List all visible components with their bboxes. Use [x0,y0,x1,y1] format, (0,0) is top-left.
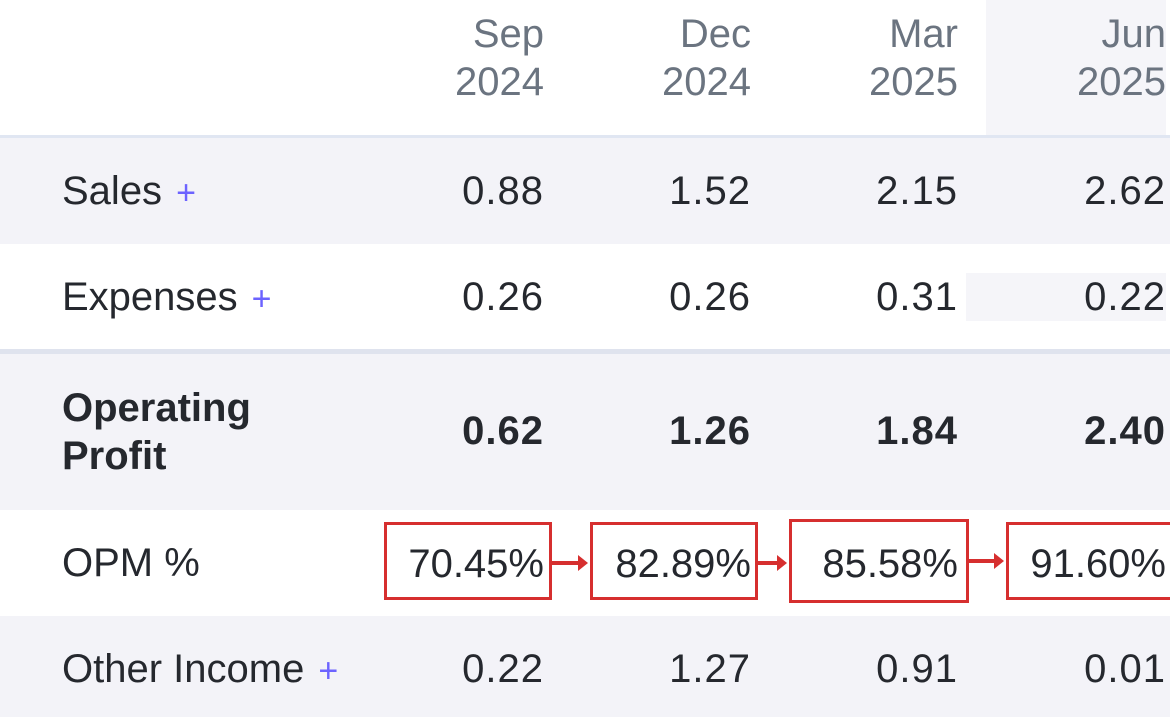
cell-sales-sep-2024: 0.88 [462,169,544,213]
header-year: 2025 [869,60,958,104]
row-label-sales[interactable]: Sales + [62,167,196,217]
expand-plus-icon[interactable]: + [176,174,196,212]
cell-other-income-jun-2025: 0.01 [1084,647,1166,691]
header-month: Dec [679,12,751,56]
trend-arrow-icon [758,555,787,571]
cell-expenses-dec-2024: 0.26 [669,275,751,319]
header-sep-2024: Sep 2024 [364,10,544,106]
header-year: 2024 [662,60,751,104]
highlight-box-opm-sep-2024 [384,522,552,600]
trend-arrow-icon [969,553,1004,569]
cell-op-jun-2025: 2.40 [1084,409,1166,453]
row-label-opm: OPM % [62,541,200,585]
table-row-expenses: Expenses + 0.26 0.26 0.31 0.22 [0,244,1170,350]
cell-op-mar-2025: 1.84 [876,409,958,453]
header-month: Mar [889,12,958,56]
highlight-box-opm-dec-2024 [590,522,758,600]
highlight-box-opm-jun-2025 [1006,522,1170,600]
header-dec-2024: Dec 2024 [571,10,751,106]
cell-sales-jun-2025: 2.62 [1084,169,1166,213]
row-label-operating-profit: Operating Profit [62,386,251,478]
cell-expenses-jun-2025: 0.22 [966,273,1166,321]
cell-expenses-mar-2025: 0.31 [876,275,958,319]
table-row-sales: Sales + 0.88 1.52 2.15 2.62 [0,138,1170,244]
highlight-box-opm-mar-2025 [789,519,969,603]
row-label-other-income[interactable]: Other Income + [62,645,338,695]
cell-other-income-dec-2024: 1.27 [669,647,751,691]
table-header: Sep 2024 Dec 2024 Mar 2025 Jun 2025 [0,0,1170,136]
table-row-operating-profit: Operating Profit 0.62 1.26 1.84 2.40 [0,354,1170,510]
cell-other-income-sep-2024: 0.22 [462,647,544,691]
header-month: Sep [472,12,544,56]
cell-sales-dec-2024: 1.52 [669,169,751,213]
header-year: 2025 [1077,60,1166,104]
header-month: Jun [1101,12,1167,56]
header-year: 2024 [455,60,544,104]
expand-plus-icon[interactable]: + [318,652,338,690]
header-mar-2025: Mar 2025 [778,10,958,106]
row-label-expenses[interactable]: Expenses + [62,273,272,323]
cell-sales-mar-2025: 2.15 [876,169,958,213]
header-jun-2025: Jun 2025 [986,0,1166,136]
table-row-other-income: Other Income + 0.22 1.27 0.91 0.01 [0,616,1170,717]
cell-op-sep-2024: 0.62 [462,409,544,453]
cell-other-income-mar-2025: 0.91 [876,647,958,691]
cell-op-dec-2024: 1.26 [669,409,751,453]
trend-arrow-icon [552,555,588,571]
expand-plus-icon[interactable]: + [252,280,272,318]
cell-expenses-sep-2024: 0.26 [462,275,544,319]
